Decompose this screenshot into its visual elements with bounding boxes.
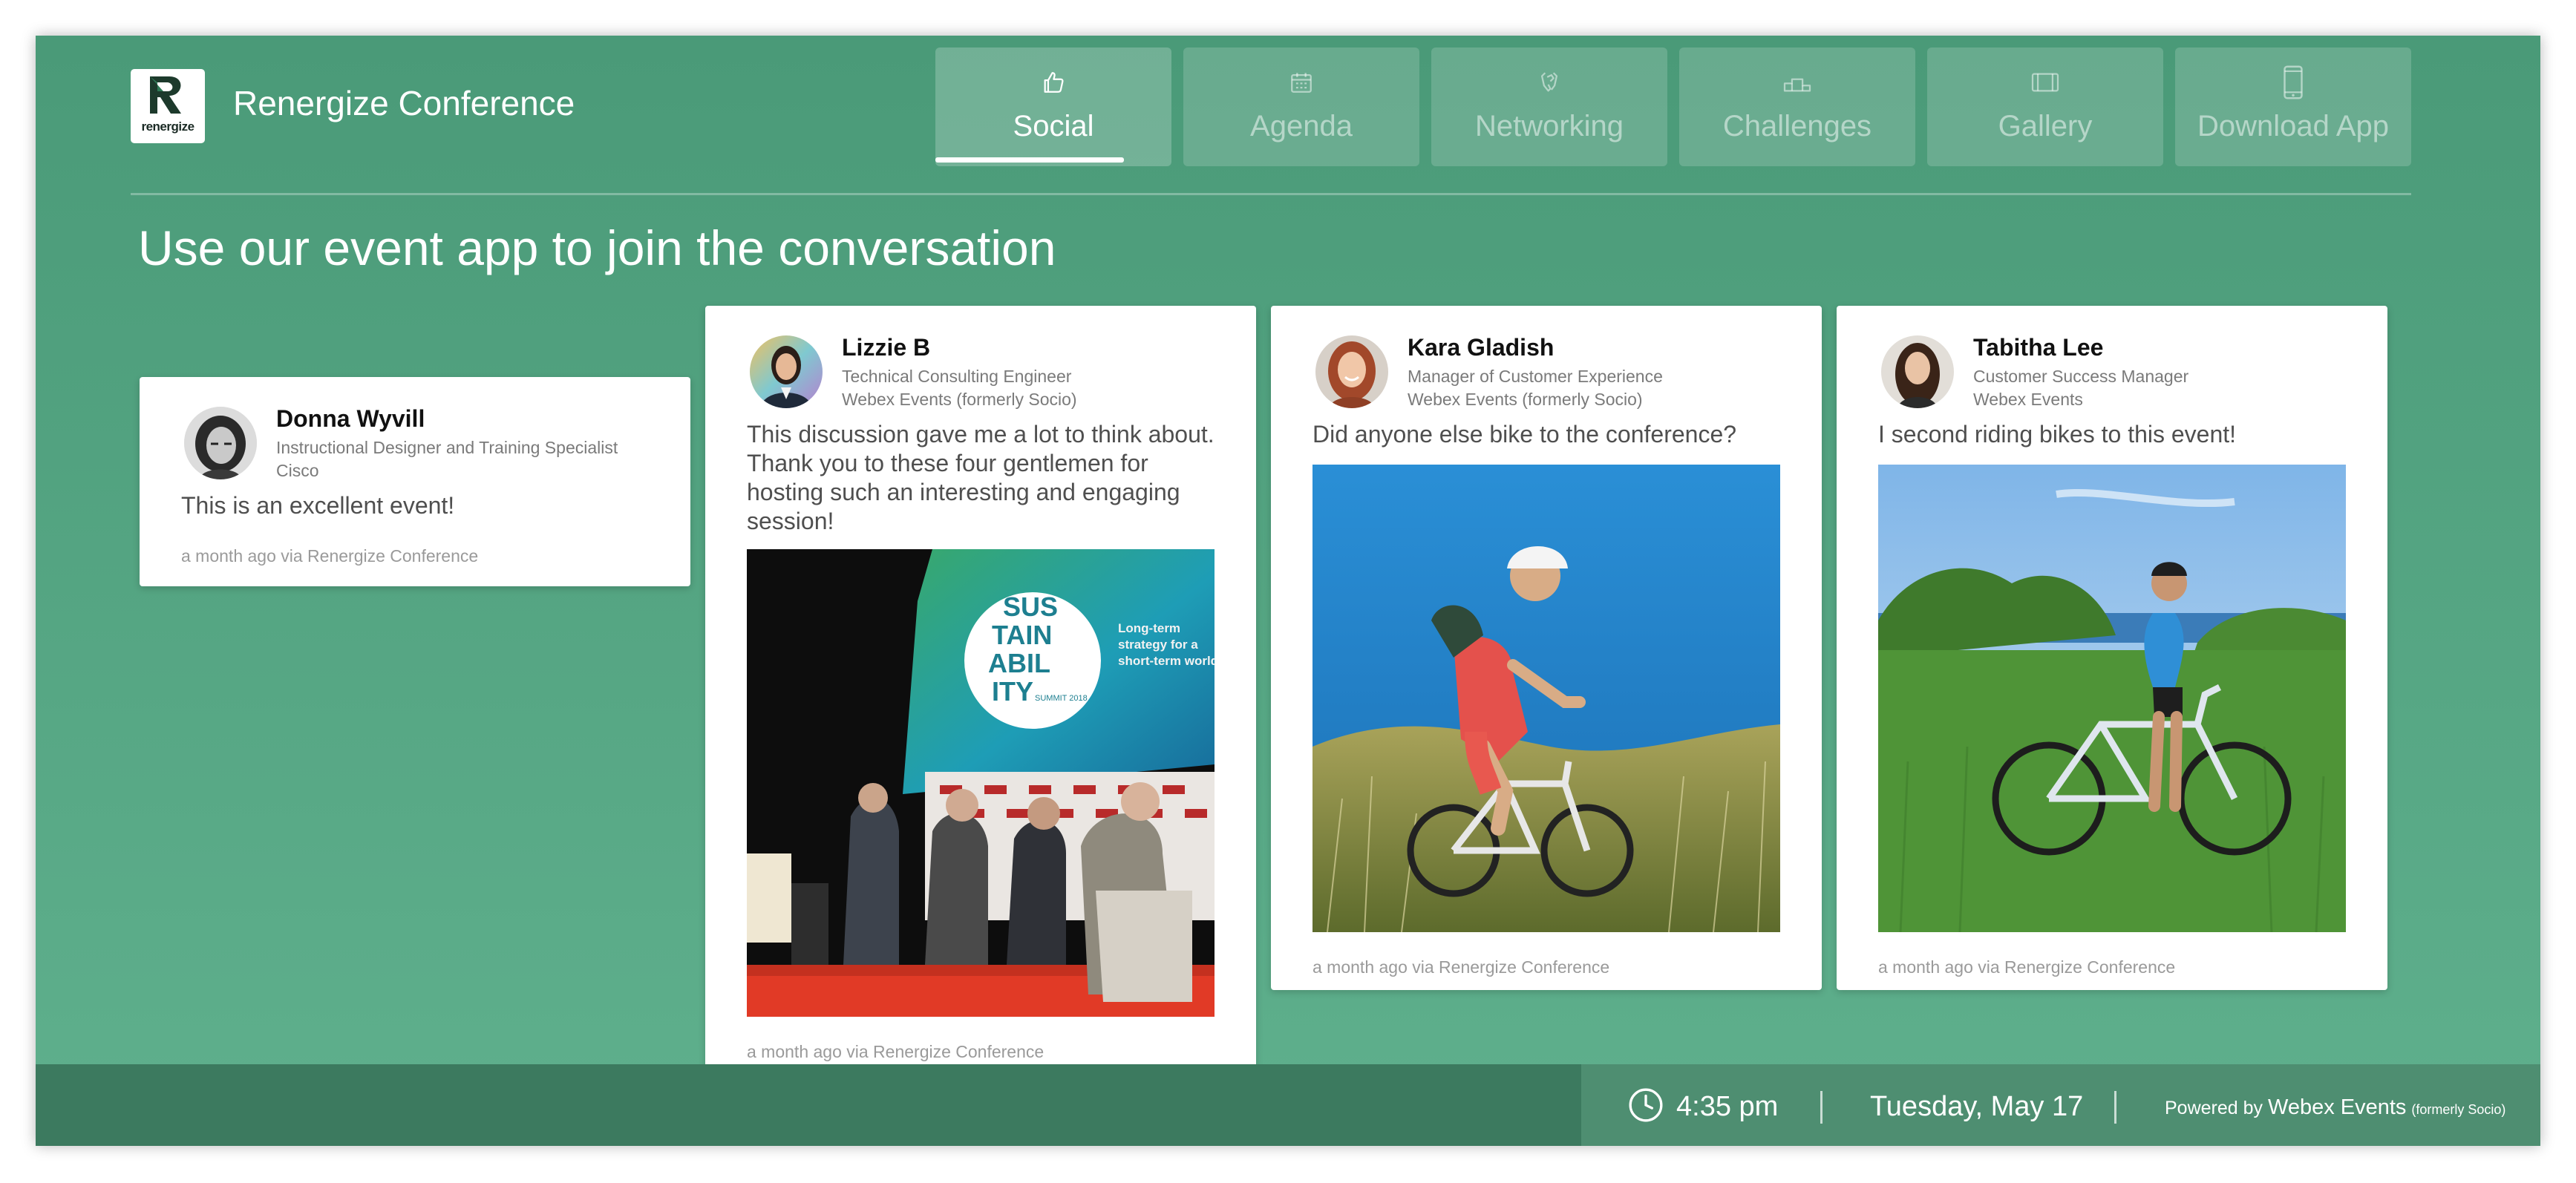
app-frame: renergize Renergize Conference Social Ag… xyxy=(36,36,2540,1146)
page-headline: Use our event app to join the conversati… xyxy=(138,220,1056,275)
current-date: Tuesday, May 17 xyxy=(1870,1091,2084,1122)
header-divider xyxy=(131,193,2411,195)
post-author-company: Webex Events (formerly Socio) xyxy=(842,390,1077,409)
status-info-panel: 4:35 pm Tuesday, May 17 Powered by Webex… xyxy=(1581,1064,2540,1146)
brand-logo: renergize xyxy=(131,69,205,143)
tab-label: Gallery xyxy=(1998,110,2093,142)
calendar-icon xyxy=(1291,73,1312,93)
post-card[interactable]: Donna Wyvill Instructional Designer and … xyxy=(140,377,690,586)
avatar xyxy=(1315,335,1388,408)
tab-label: Networking xyxy=(1474,110,1624,142)
tab-download-app[interactable]: Download App xyxy=(2175,47,2411,166)
sign-subline: SUMMIT 2018 xyxy=(1035,694,1088,703)
post-photo[interactable]: SUS TAIN ABIL ITY SUMMIT 2018 Long-term … xyxy=(747,549,1215,1017)
divider xyxy=(2114,1091,2116,1124)
powered-by: Powered by Webex Events (formerly Socio) xyxy=(2165,1095,2505,1120)
post-author-title: Technical Consulting Engineer xyxy=(842,367,1072,386)
cyclist-standing-photo xyxy=(1878,465,2346,932)
avatar xyxy=(1881,335,1954,408)
avatar xyxy=(184,407,257,479)
clock-icon xyxy=(1629,1088,1663,1122)
current-time: 4:35 pm xyxy=(1676,1091,1779,1122)
post-author[interactable]: Lizzie B xyxy=(842,334,930,361)
active-tab-indicator xyxy=(935,157,1124,163)
handshake-icon xyxy=(1540,72,1558,92)
post-footer: a month ago via Renergize Conference xyxy=(1878,957,2176,977)
thumbs-up-icon xyxy=(1044,72,1064,93)
tab-social[interactable]: Social xyxy=(935,47,1171,166)
user-photo-icon xyxy=(1881,335,1954,408)
post-author-company: Webex Events (formerly Socio) xyxy=(1408,390,1643,409)
post-card[interactable]: Tabitha Lee Customer Success Manager Web… xyxy=(1837,306,2387,990)
tab-label: Agenda xyxy=(1250,110,1353,142)
post-text: I second riding bikes to this event! xyxy=(1878,421,2237,448)
post-card[interactable]: Lizzie B Technical Consulting Engineer W… xyxy=(705,306,1256,1092)
status-bar: 4:35 pm Tuesday, May 17 Powered by Webex… xyxy=(36,1064,2540,1146)
powered-by-prefix: Powered by xyxy=(2165,1098,2263,1118)
sign-line: ITY xyxy=(992,676,1033,707)
avatar xyxy=(750,335,823,408)
tab-label: Download App xyxy=(2197,110,2389,142)
sign-line: TAIN xyxy=(992,620,1052,650)
post-author-title: Instructional Designer and Training Spec… xyxy=(276,438,618,457)
tab-gallery[interactable]: Gallery xyxy=(1927,47,2163,166)
conference-panel-photo: SUS TAIN ABIL ITY SUMMIT 2018 Long-term … xyxy=(747,549,1215,1017)
post-photo[interactable] xyxy=(1312,465,1780,932)
sign-line: SUS xyxy=(1003,592,1058,622)
logo-mark-icon xyxy=(150,76,181,114)
tab-label: Social xyxy=(1013,110,1094,142)
post-footer: a month ago via Renergize Conference xyxy=(1312,957,1610,977)
brand-title: Renergize Conference xyxy=(233,84,575,122)
user-photo-icon xyxy=(750,335,823,408)
gallery-icon xyxy=(2031,73,2059,92)
post-author[interactable]: Kara Gladish xyxy=(1408,334,1554,361)
tab-agenda[interactable]: Agenda xyxy=(1183,47,1419,166)
logo-wordmark: renergize xyxy=(141,119,194,134)
powered-by-brand: Webex Events xyxy=(2267,1095,2407,1119)
sign-line: ABIL xyxy=(988,648,1050,678)
banner-line: strategy for a xyxy=(1118,638,1198,652)
post-author[interactable]: Tabitha Lee xyxy=(1973,334,2103,361)
post-footer: a month ago via Renergize Conference xyxy=(747,1042,1045,1061)
post-photo[interactable] xyxy=(1878,465,2346,932)
post-author-title: Customer Success Manager xyxy=(1973,367,2189,386)
post-card[interactable]: Kara Gladish Manager of Customer Experie… xyxy=(1271,306,1822,990)
tab-label: Challenges xyxy=(1722,110,1872,142)
mobile-phone-icon xyxy=(2284,65,2303,99)
banner-line: Long-term xyxy=(1118,621,1180,635)
user-photo-icon xyxy=(184,407,257,479)
divider xyxy=(1820,1091,1823,1124)
tab-challenges[interactable]: Challenges xyxy=(1679,47,1915,166)
post-author-company: Webex Events xyxy=(1973,390,2083,409)
post-author-company: Cisco xyxy=(276,461,319,480)
user-photo-icon xyxy=(1315,335,1388,408)
banner-line: short-term world xyxy=(1118,654,1215,668)
post-text: This discussion gave me a lot to think a… xyxy=(747,421,1215,534)
post-text: Did anyone else bike to the conference? xyxy=(1312,421,1737,448)
powered-by-suffix: (formerly Socio) xyxy=(2411,1102,2506,1117)
post-footer: a month ago via Renergize Conference xyxy=(181,546,479,566)
post-author[interactable]: Donna Wyvill xyxy=(276,405,425,433)
cyclist-photo xyxy=(1312,465,1780,932)
tab-networking[interactable]: Networking xyxy=(1431,47,1667,166)
post-author-title: Manager of Customer Experience xyxy=(1408,367,1663,386)
post-text: This is an excellent event! xyxy=(181,492,455,519)
podium-icon xyxy=(1783,78,1811,92)
